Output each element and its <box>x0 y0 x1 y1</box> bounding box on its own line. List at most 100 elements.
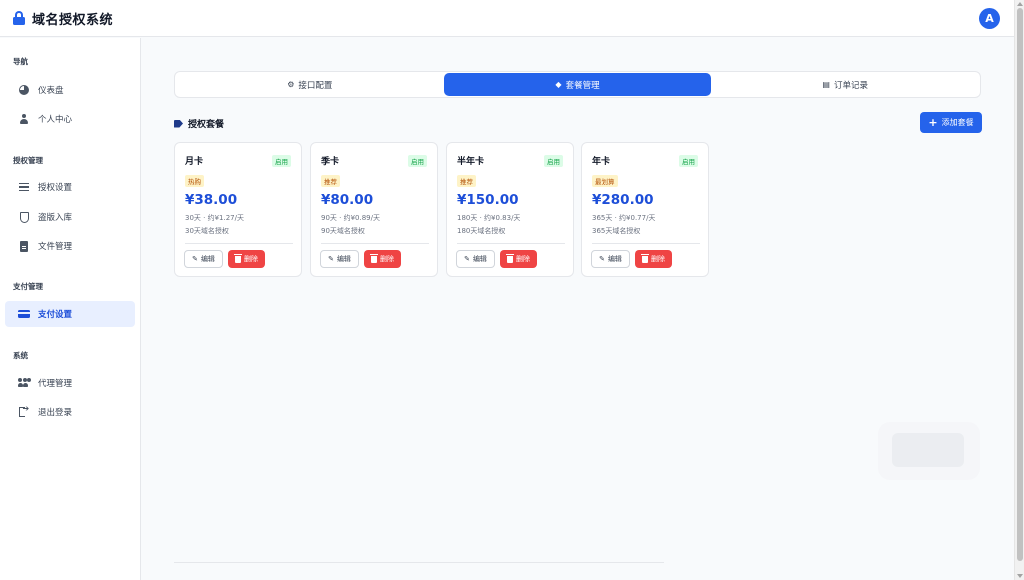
add-package-label: 添加套餐 <box>941 118 974 127</box>
sidebar-item-files[interactable]: 文件管理 <box>5 233 135 259</box>
package-price: ¥150.00 <box>457 192 519 208</box>
plus-icon: + <box>928 116 938 129</box>
trash-icon <box>370 253 378 263</box>
delete-button[interactable]: 删除 <box>364 250 401 268</box>
package-name: 年卡 <box>592 157 611 167</box>
sidebar-item-dashboard[interactable]: 仪表盘 <box>5 77 135 103</box>
sidebar-item-piracy[interactable]: 盗版入库 <box>5 204 135 230</box>
section-title-license: 授权管理 <box>13 156 43 165</box>
tag-badge: 最划算 <box>592 175 618 187</box>
file-icon <box>18 240 30 252</box>
package-card: 月卡 启用 热购 ¥38.00 30天 · 约¥1.27/天 30天域名授权 ✎… <box>174 142 302 277</box>
sidebar-item-logout[interactable]: 退出登录 <box>5 399 135 425</box>
gear-icon: ⚙ <box>287 80 295 89</box>
sidebar: 导航 仪表盘 个人中心 授权管理 授权设置 盗版入库 文件管理 支付管理 支付设… <box>0 38 141 580</box>
package-price: ¥38.00 <box>185 192 238 208</box>
watermark-inner <box>892 433 964 467</box>
sidebar-item-label: 代理管理 <box>38 379 73 389</box>
package-description: 180天域名授权 <box>457 227 506 235</box>
tag-icon: ◆ <box>555 80 562 89</box>
package-price: ¥280.00 <box>592 192 654 208</box>
sidebar-item-license-settings[interactable]: 授权设置 <box>5 174 135 200</box>
sidebar-item-label: 仪表盘 <box>38 86 64 96</box>
trash-icon <box>506 253 514 263</box>
tag-badge: 推荐 <box>321 175 340 187</box>
package-duration: 30天 · 约¥1.27/天 <box>185 214 244 222</box>
edit-icon: ✎ <box>599 255 605 263</box>
sidebar-item-payment-settings[interactable]: 支付设置 <box>5 301 135 327</box>
edit-button[interactable]: ✎ 编辑 <box>456 250 495 268</box>
tab-order-records[interactable]: ▤ 订单记录 <box>711 73 979 96</box>
tag-badge: 推荐 <box>457 175 476 187</box>
sidebar-item-label: 文件管理 <box>38 242 73 252</box>
lock-icon <box>13 11 25 25</box>
packages-heading-text: 授权套餐 <box>188 120 225 130</box>
package-card: 季卡 启用 推荐 ¥80.00 90天 · 约¥0.89/天 90天域名授权 ✎… <box>310 142 438 277</box>
delete-button[interactable]: 删除 <box>635 250 672 268</box>
delete-label: 删除 <box>380 255 394 263</box>
edit-button[interactable]: ✎ 编辑 <box>184 250 223 268</box>
tab-api-config[interactable]: ⚙ 接口配置 <box>176 73 444 96</box>
tab-bar: ⚙ 接口配置 ◆ 套餐管理 ▤ 订单记录 <box>174 71 981 98</box>
footer-divider <box>174 562 664 563</box>
package-description: 365天域名授权 <box>592 227 641 235</box>
edit-button[interactable]: ✎ 编辑 <box>591 250 630 268</box>
logout-icon <box>18 404 30 418</box>
delete-label: 删除 <box>516 255 530 263</box>
package-card: 年卡 启用 最划算 ¥280.00 365天 · 约¥0.77/天 365天域名… <box>581 142 709 277</box>
package-description: 30天域名授权 <box>185 227 229 235</box>
top-header: 域名授权系统 <box>0 0 1014 37</box>
divider <box>321 243 429 244</box>
package-name: 季卡 <box>321 157 340 167</box>
status-badge: 启用 <box>679 155 698 167</box>
edit-button[interactable]: ✎ 编辑 <box>320 250 359 268</box>
package-card: 半年卡 启用 推荐 ¥150.00 180天 · 约¥0.83/天 180天域名… <box>446 142 574 277</box>
sidebar-item-label: 授权设置 <box>38 183 73 193</box>
sidebar-item-profile[interactable]: 个人中心 <box>5 106 135 132</box>
package-name: 半年卡 <box>457 157 485 167</box>
user-icon <box>18 113 30 125</box>
sidebar-item-label: 盗版入库 <box>38 213 73 223</box>
scroll-up-icon[interactable] <box>1017 2 1023 6</box>
credit-card-icon <box>18 308 30 320</box>
divider <box>457 243 565 244</box>
vertical-scrollbar[interactable] <box>1014 0 1024 580</box>
sidebar-item-label: 退出登录 <box>38 408 73 418</box>
tab-package-management[interactable]: ◆ 套餐管理 <box>443 73 712 96</box>
divider <box>592 243 700 244</box>
avatar[interactable]: A <box>979 8 1000 29</box>
sidebar-item-agents[interactable]: 代理管理 <box>5 370 135 396</box>
shield-icon <box>18 211 30 223</box>
delete-label: 删除 <box>651 255 665 263</box>
add-package-button[interactable]: + 添加套餐 <box>920 112 982 133</box>
edit-label: 编辑 <box>472 255 487 263</box>
package-price: ¥80.00 <box>321 192 374 208</box>
package-description: 90天域名授权 <box>321 227 365 235</box>
edit-icon: ✎ <box>192 255 198 263</box>
users-icon <box>18 377 31 389</box>
brand[interactable]: 域名授权系统 <box>13 9 113 28</box>
pie-chart-icon <box>18 84 30 96</box>
app-title: 域名授权系统 <box>32 12 114 28</box>
sidebar-item-label: 支付设置 <box>38 310 73 320</box>
delete-label: 删除 <box>244 255 258 263</box>
scroll-down-icon[interactable] <box>1017 574 1023 578</box>
package-duration: 365天 · 约¥0.77/天 <box>592 214 656 222</box>
edit-label: 编辑 <box>336 255 351 263</box>
package-duration: 180天 · 约¥0.83/天 <box>457 214 521 222</box>
edit-icon: ✎ <box>328 255 334 263</box>
package-duration: 90天 · 约¥0.89/天 <box>321 214 380 222</box>
status-badge: 启用 <box>544 155 563 167</box>
tab-label: 接口配置 <box>298 80 333 91</box>
receipt-icon: ▤ <box>822 80 830 89</box>
sidebar-item-label: 个人中心 <box>38 115 73 125</box>
edit-label: 编辑 <box>200 255 215 263</box>
tag-badge: 热购 <box>185 175 204 187</box>
section-title-nav: 导航 <box>13 57 28 66</box>
scroll-thumb[interactable] <box>1016 8 1023 561</box>
package-name: 月卡 <box>185 157 204 167</box>
edit-icon: ✎ <box>464 255 470 263</box>
delete-button[interactable]: 删除 <box>228 250 265 268</box>
delete-button[interactable]: 删除 <box>500 250 537 268</box>
tab-label: 订单记录 <box>833 80 868 91</box>
